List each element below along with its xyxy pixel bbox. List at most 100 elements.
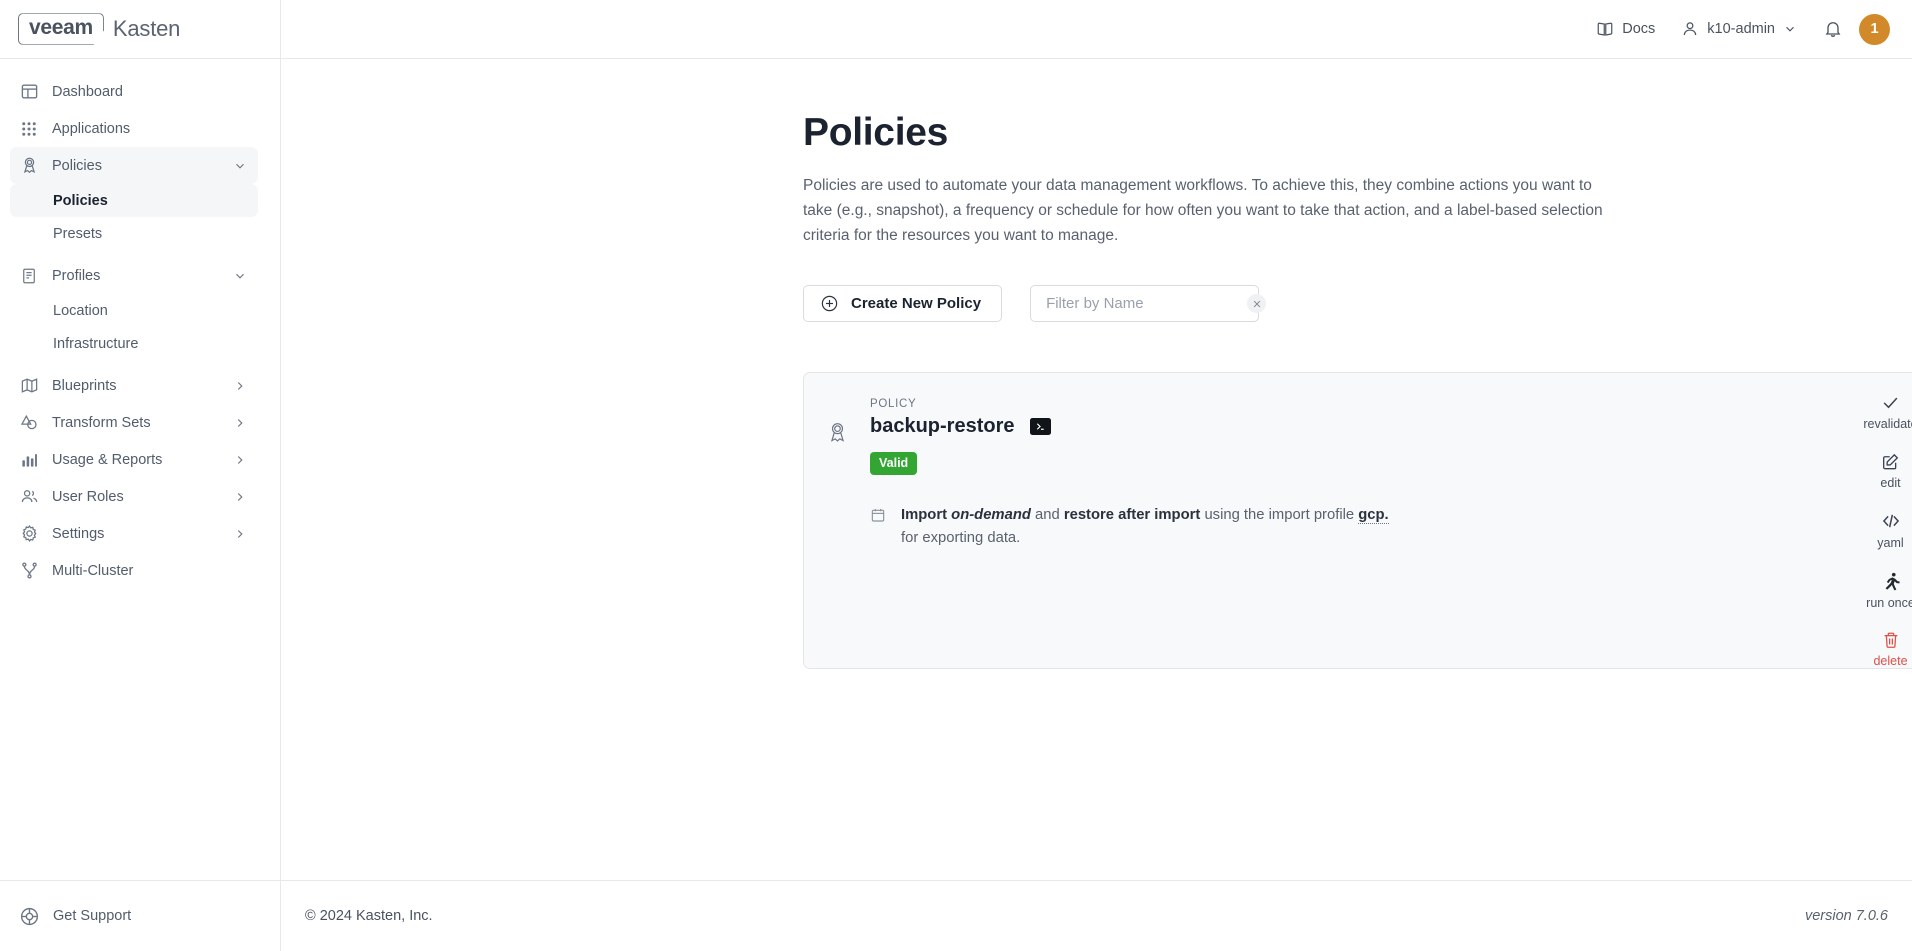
sidebar-item-dashboard[interactable]: Dashboard [10,73,258,110]
delete-label: delete [1873,654,1907,668]
running-person-icon [1881,571,1901,591]
footer: © 2024 Kasten, Inc. version 7.0.6 [281,880,1912,951]
sidebar: veeam Kasten Dashboard [0,0,281,951]
create-new-policy-label: Create New Policy [851,295,981,312]
action-secondary: restore after import [1064,507,1201,523]
edit-pencil-icon [1881,452,1900,471]
filter-input[interactable] [1044,294,1247,313]
sidebar-item-applications[interactable]: Applications [10,110,258,147]
action-middle: using the import profile [1200,507,1358,523]
policy-card-actions: revalidate edit [1829,373,1912,668]
yaml-label: yaml [1877,536,1903,550]
user-label: k10-admin [1707,21,1775,37]
trash-icon [1882,631,1900,649]
notification-count-badge[interactable]: 1 [1859,14,1890,45]
policy-kicker: POLICY [870,398,1829,410]
sidebar-item-multi-cluster[interactable]: Multi-Cluster [10,552,258,589]
get-support-label: Get Support [53,908,131,924]
lifebuoy-icon [19,906,40,927]
sidebar-item-label: Dashboard [52,84,247,100]
delete-button[interactable]: delete [1829,631,1912,668]
grid-icon [19,119,39,139]
chevron-right-icon [233,416,247,430]
sidebar-nav: Dashboard Applications [0,59,280,880]
sidebar-item-label: Usage & Reports [52,452,220,468]
nav-spacer [0,360,280,367]
page-description: Policies are used to automate your data … [803,173,1608,248]
sidebar-item-settings[interactable]: Settings [10,515,258,552]
sidebar-subitem-label: Infrastructure [53,336,138,352]
policy-card-body: POLICY backup-restore Valid [804,373,1829,668]
clear-filter-icon[interactable] [1247,294,1266,313]
sidebar-item-usage-reports[interactable]: Usage & Reports [10,441,258,478]
policies-toolbar: Create New Policy [803,285,1912,322]
plus-circle-icon [820,294,839,313]
policy-action-row: Import on-demand and restore after impor… [870,504,1750,550]
policy-card-main: POLICY backup-restore Valid [864,398,1829,668]
action-verb: Import [901,507,947,523]
yaml-button[interactable]: yaml [1829,511,1912,550]
sidebar-subitem-label: Policies [53,193,108,209]
shapes-icon [19,413,39,433]
book-icon [1596,20,1614,38]
sidebar-subitem-label: Location [53,303,108,319]
policy-card[interactable]: POLICY backup-restore Valid [803,372,1912,669]
sidebar-item-blueprints[interactable]: Blueprints [10,367,258,404]
terminal-icon[interactable] [1030,418,1051,435]
page-content: Policies Policies are used to automate y… [281,59,1912,951]
app-root: veeam Kasten Dashboard [0,0,1912,951]
sidebar-item-label: Applications [52,121,247,137]
revalidate-label: revalidate [1863,417,1912,431]
policy-name: backup-restore [870,415,1015,438]
sidebar-item-label: Settings [52,526,220,542]
user-menu[interactable]: k10-admin [1681,20,1797,38]
docs-link[interactable]: Docs [1596,20,1655,38]
brand-logo[interactable]: veeam Kasten [18,13,180,44]
check-icon [1881,393,1900,412]
version-text: version 7.0.6 [1805,908,1888,924]
sidebar-item-policies-policies[interactable]: Policies [10,184,258,217]
gear-icon [19,524,39,544]
action-conjunction: and [1031,507,1064,523]
sidebar-item-user-roles[interactable]: User Roles [10,478,258,515]
get-support-button[interactable]: Get Support [0,880,280,951]
action-tail: for exporting data. [901,530,1020,546]
sidebar-item-transform-sets[interactable]: Transform Sets [10,404,258,441]
edit-button[interactable]: edit [1829,452,1912,490]
code-icon [1881,511,1901,531]
revalidate-button[interactable]: revalidate [1829,393,1912,431]
chevron-right-icon [233,379,247,393]
document-icon [19,266,39,286]
chevron-down-icon [233,159,247,173]
import-profile-link[interactable]: gcp. [1358,507,1388,524]
sidebar-item-label: User Roles [52,489,220,505]
sidebar-item-label: Policies [52,158,220,174]
chevron-right-icon [233,453,247,467]
sidebar-item-policies[interactable]: Policies [10,147,258,184]
calendar-icon [870,504,887,523]
sidebar-item-policies-presets[interactable]: Presets [10,217,258,250]
main-area: Docs k10-admin [281,0,1912,951]
run-once-button[interactable]: run once [1829,571,1912,610]
award-ribbon-icon [19,156,39,176]
sidebar-subitem-label: Presets [53,226,102,242]
cluster-icon [19,561,39,581]
bar-chart-icon [19,450,39,470]
chevron-down-icon [1783,22,1797,36]
bell-icon [1823,19,1843,39]
filter-by-name-field[interactable] [1030,285,1259,322]
map-icon [19,376,39,396]
create-new-policy-button[interactable]: Create New Policy [803,285,1002,322]
chevron-right-icon [233,490,247,504]
sidebar-item-profiles-location[interactable]: Location [10,294,258,327]
user-icon [1681,20,1699,38]
logo-bar: veeam Kasten [0,0,280,59]
users-icon [19,487,39,507]
status-badge: Valid [870,452,917,475]
notifications-button[interactable] [1823,19,1843,39]
docs-label: Docs [1622,21,1655,37]
action-frequency: on-demand [951,507,1031,523]
page-title: Policies [803,111,1912,155]
sidebar-item-profiles[interactable]: Profiles [10,257,258,294]
sidebar-item-profiles-infrastructure[interactable]: Infrastructure [10,327,258,360]
